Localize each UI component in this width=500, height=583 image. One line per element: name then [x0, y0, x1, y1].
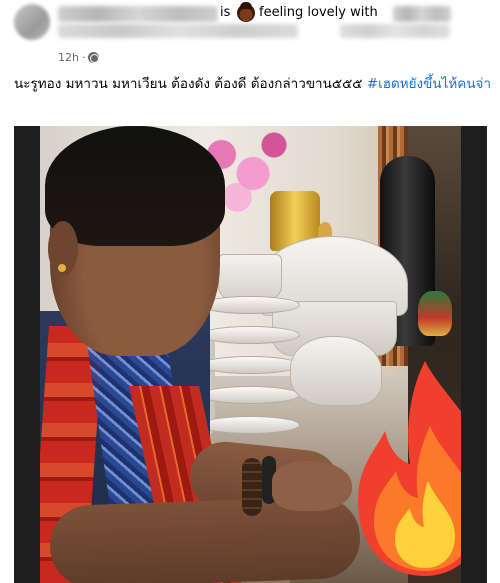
blurred-tagged-line-2 [340, 24, 450, 38]
saucer [200, 326, 300, 344]
blurred-tagged-line [58, 24, 298, 38]
photo-image [40, 126, 461, 583]
blurred-tagged-friend [393, 6, 451, 22]
globe-icon[interactable] [88, 52, 100, 63]
caption-text: นะรูทอง มหาวน มหาเวียน ต้องดัง ต้องดี ต้… [14, 76, 367, 92]
saucer [200, 386, 300, 404]
avatar[interactable] [14, 4, 50, 40]
post-photo[interactable] [14, 126, 487, 583]
saucer [200, 356, 300, 374]
meta-separator: · [81, 51, 86, 64]
saucer [200, 416, 300, 434]
facebook-post: is feeling lovely with 12h · นะรูทอง มหา… [0, 0, 500, 583]
post-meta: 12h · [58, 51, 100, 64]
earring [58, 264, 66, 272]
connector-text: is [220, 5, 231, 20]
teacup [218, 254, 282, 300]
person-hand [272, 461, 352, 511]
colorful-mask-figure [418, 291, 452, 336]
blurred-author-name [58, 6, 218, 22]
bead-bracelet [242, 458, 262, 516]
feeling-text: feeling lovely with [259, 5, 378, 20]
fire-emoji-icon [358, 361, 461, 576]
post-caption: นะรูทอง มหาวน มหาเวียน ต้องดัง ต้องดี ต้… [14, 74, 492, 95]
smiling-face-with-cowboy-hat-emoji-icon [237, 2, 255, 22]
hashtag-link[interactable]: #เฮดหยังขึ้นไห้คนจ่า [367, 76, 491, 92]
saucer [200, 296, 300, 314]
timestamp-link[interactable]: 12h [58, 51, 79, 64]
